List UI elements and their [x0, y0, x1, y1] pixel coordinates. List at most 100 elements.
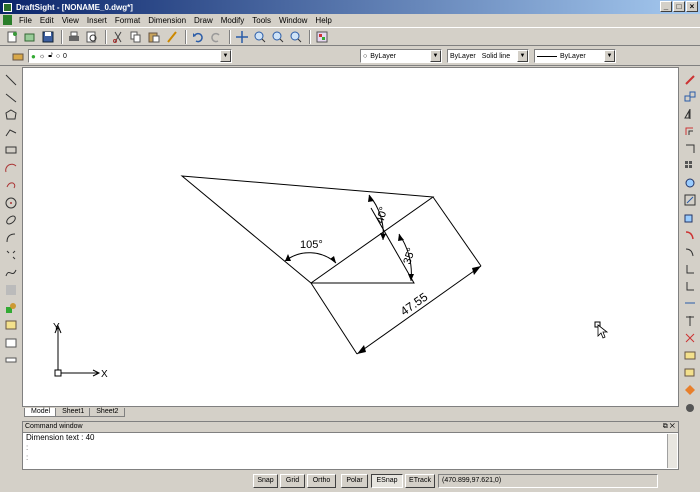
polyline-icon[interactable] [4, 126, 18, 140]
save-icon[interactable] [40, 29, 56, 45]
layer-manager-icon[interactable] [314, 29, 330, 45]
revision-cloud-icon[interactable] [4, 178, 18, 192]
chevron-down-icon[interactable]: ▼ [604, 50, 615, 62]
rotate-icon[interactable] [683, 193, 697, 207]
ellipse-icon[interactable] [4, 213, 18, 227]
linear-dimension-label[interactable]: 47.55 [398, 290, 431, 319]
menu-help[interactable]: Help [311, 16, 335, 25]
menu-file[interactable]: File [15, 16, 36, 25]
angle-label-105[interactable]: 105° [300, 239, 323, 251]
esnap-toggle[interactable]: ESnap [371, 474, 403, 488]
explode-bomb-icon[interactable] [683, 400, 697, 414]
infinite-line-icon[interactable] [4, 91, 18, 105]
layer-icon[interactable] [10, 48, 26, 64]
print-preview-icon[interactable] [84, 29, 100, 45]
grid-toggle[interactable]: Grid [280, 474, 305, 488]
zoom-fit-icon[interactable] [288, 29, 304, 45]
layer-dropdown[interactable]: ● ☼ 🔓︎ ○ 0 ▼ [28, 49, 232, 63]
menu-tools[interactable]: Tools [248, 16, 275, 25]
print-icon[interactable] [66, 29, 82, 45]
command-prompt[interactable]: : [23, 453, 678, 463]
block-icon[interactable] [4, 301, 18, 315]
document-icon[interactable] [3, 15, 12, 25]
move-icon[interactable] [683, 176, 697, 190]
minimize-button[interactable]: _ [660, 1, 672, 12]
point-icon[interactable] [4, 248, 18, 262]
tab-sheet1[interactable]: Sheet1 [55, 408, 92, 417]
command-scrollbar[interactable] [667, 434, 677, 468]
menu-insert[interactable]: Insert [83, 16, 111, 25]
copy-icon[interactable] [128, 29, 144, 45]
menu-edit[interactable]: Edit [36, 16, 58, 25]
angle-label-35[interactable]: 35° [401, 246, 418, 266]
menu-view[interactable]: View [58, 16, 83, 25]
trim-icon[interactable] [683, 262, 697, 276]
snap-toggle[interactable]: Snap [253, 474, 278, 488]
new-file-icon[interactable] [4, 29, 20, 45]
etrack-toggle[interactable]: ETrack [405, 474, 435, 488]
line-icon[interactable] [4, 73, 18, 87]
spline-icon[interactable] [4, 266, 18, 280]
scale-icon[interactable] [683, 211, 697, 225]
maximize-button[interactable]: □ [673, 1, 685, 12]
pan-icon[interactable] [234, 29, 250, 45]
lineweight-dropdown[interactable]: ByLayer ▼ [534, 49, 616, 63]
chevron-down-icon[interactable]: ▼ [517, 50, 528, 62]
table-icon[interactable] [4, 336, 18, 350]
menu-modify[interactable]: Modify [217, 16, 249, 25]
zoom-icon[interactable] [252, 29, 268, 45]
command-window[interactable]: Command window ⧉ ✕ Dimension text : 40 :… [22, 421, 679, 470]
lengthen-icon[interactable] [683, 245, 697, 259]
array-icon[interactable] [683, 159, 697, 173]
match-properties-icon[interactable] [164, 29, 180, 45]
join-icon[interactable] [683, 314, 697, 328]
tab-model[interactable]: Model [24, 408, 58, 417]
edge-line[interactable] [310, 282, 358, 355]
color-dropdown[interactable]: ○ ByLayer ▼ [360, 49, 442, 63]
edge-line[interactable] [432, 196, 482, 267]
ellipse-arc-icon[interactable] [4, 231, 18, 245]
polygon-icon[interactable] [4, 108, 18, 122]
rectangle-icon[interactable] [4, 143, 18, 157]
dimension-line[interactable] [356, 265, 482, 355]
properties-icon[interactable] [683, 383, 697, 397]
text-icon[interactable] [4, 353, 18, 367]
linetype-dropdown[interactable]: ByLayer Solid line ▼ [447, 49, 529, 63]
note-icon[interactable] [4, 318, 18, 332]
drawing-canvas[interactable]: 105° 40° 35° 47.55 Y X [22, 67, 679, 407]
fillet-icon[interactable] [683, 348, 697, 362]
menu-format[interactable]: Format [111, 16, 144, 25]
chevron-down-icon[interactable]: ▼ [430, 50, 441, 62]
arc-icon[interactable] [4, 161, 18, 175]
stretch-icon[interactable] [683, 228, 697, 242]
mirror-icon[interactable] [683, 107, 697, 121]
paste-icon[interactable] [146, 29, 162, 45]
menu-draw[interactable]: Draw [190, 16, 217, 25]
explode-icon[interactable] [683, 365, 697, 379]
break-icon[interactable] [683, 297, 697, 311]
tab-sheet2[interactable]: Sheet2 [89, 408, 126, 417]
circle-icon[interactable] [4, 196, 18, 210]
hatch-icon[interactable] [4, 283, 18, 297]
menu-dimension[interactable]: Dimension [144, 16, 190, 25]
erase-icon[interactable] [683, 73, 697, 87]
chevron-down-icon[interactable]: ▼ [220, 50, 231, 62]
cut-icon[interactable] [110, 29, 126, 45]
copy-entity-icon[interactable] [683, 90, 697, 104]
main-triangle[interactable] [180, 175, 435, 284]
pattern-icon[interactable] [683, 142, 697, 156]
undo-icon[interactable] [190, 29, 206, 45]
zoom-window-icon[interactable] [270, 29, 286, 45]
chamfer-icon[interactable] [683, 331, 697, 345]
angle-label-40[interactable]: 40° [374, 206, 390, 225]
new-drawing-icon[interactable] [22, 29, 38, 45]
extend-icon[interactable] [683, 279, 697, 293]
menu-window[interactable]: Window [275, 16, 311, 25]
redo-icon[interactable] [208, 29, 224, 45]
ortho-toggle[interactable]: Ortho [307, 474, 336, 488]
command-window-controls[interactable]: ⧉ ✕ [663, 422, 675, 432]
angle-arc-105[interactable] [284, 252, 337, 264]
close-button[interactable]: × [686, 1, 698, 12]
offset-icon[interactable] [683, 125, 697, 139]
polar-toggle[interactable]: Polar [341, 474, 368, 488]
